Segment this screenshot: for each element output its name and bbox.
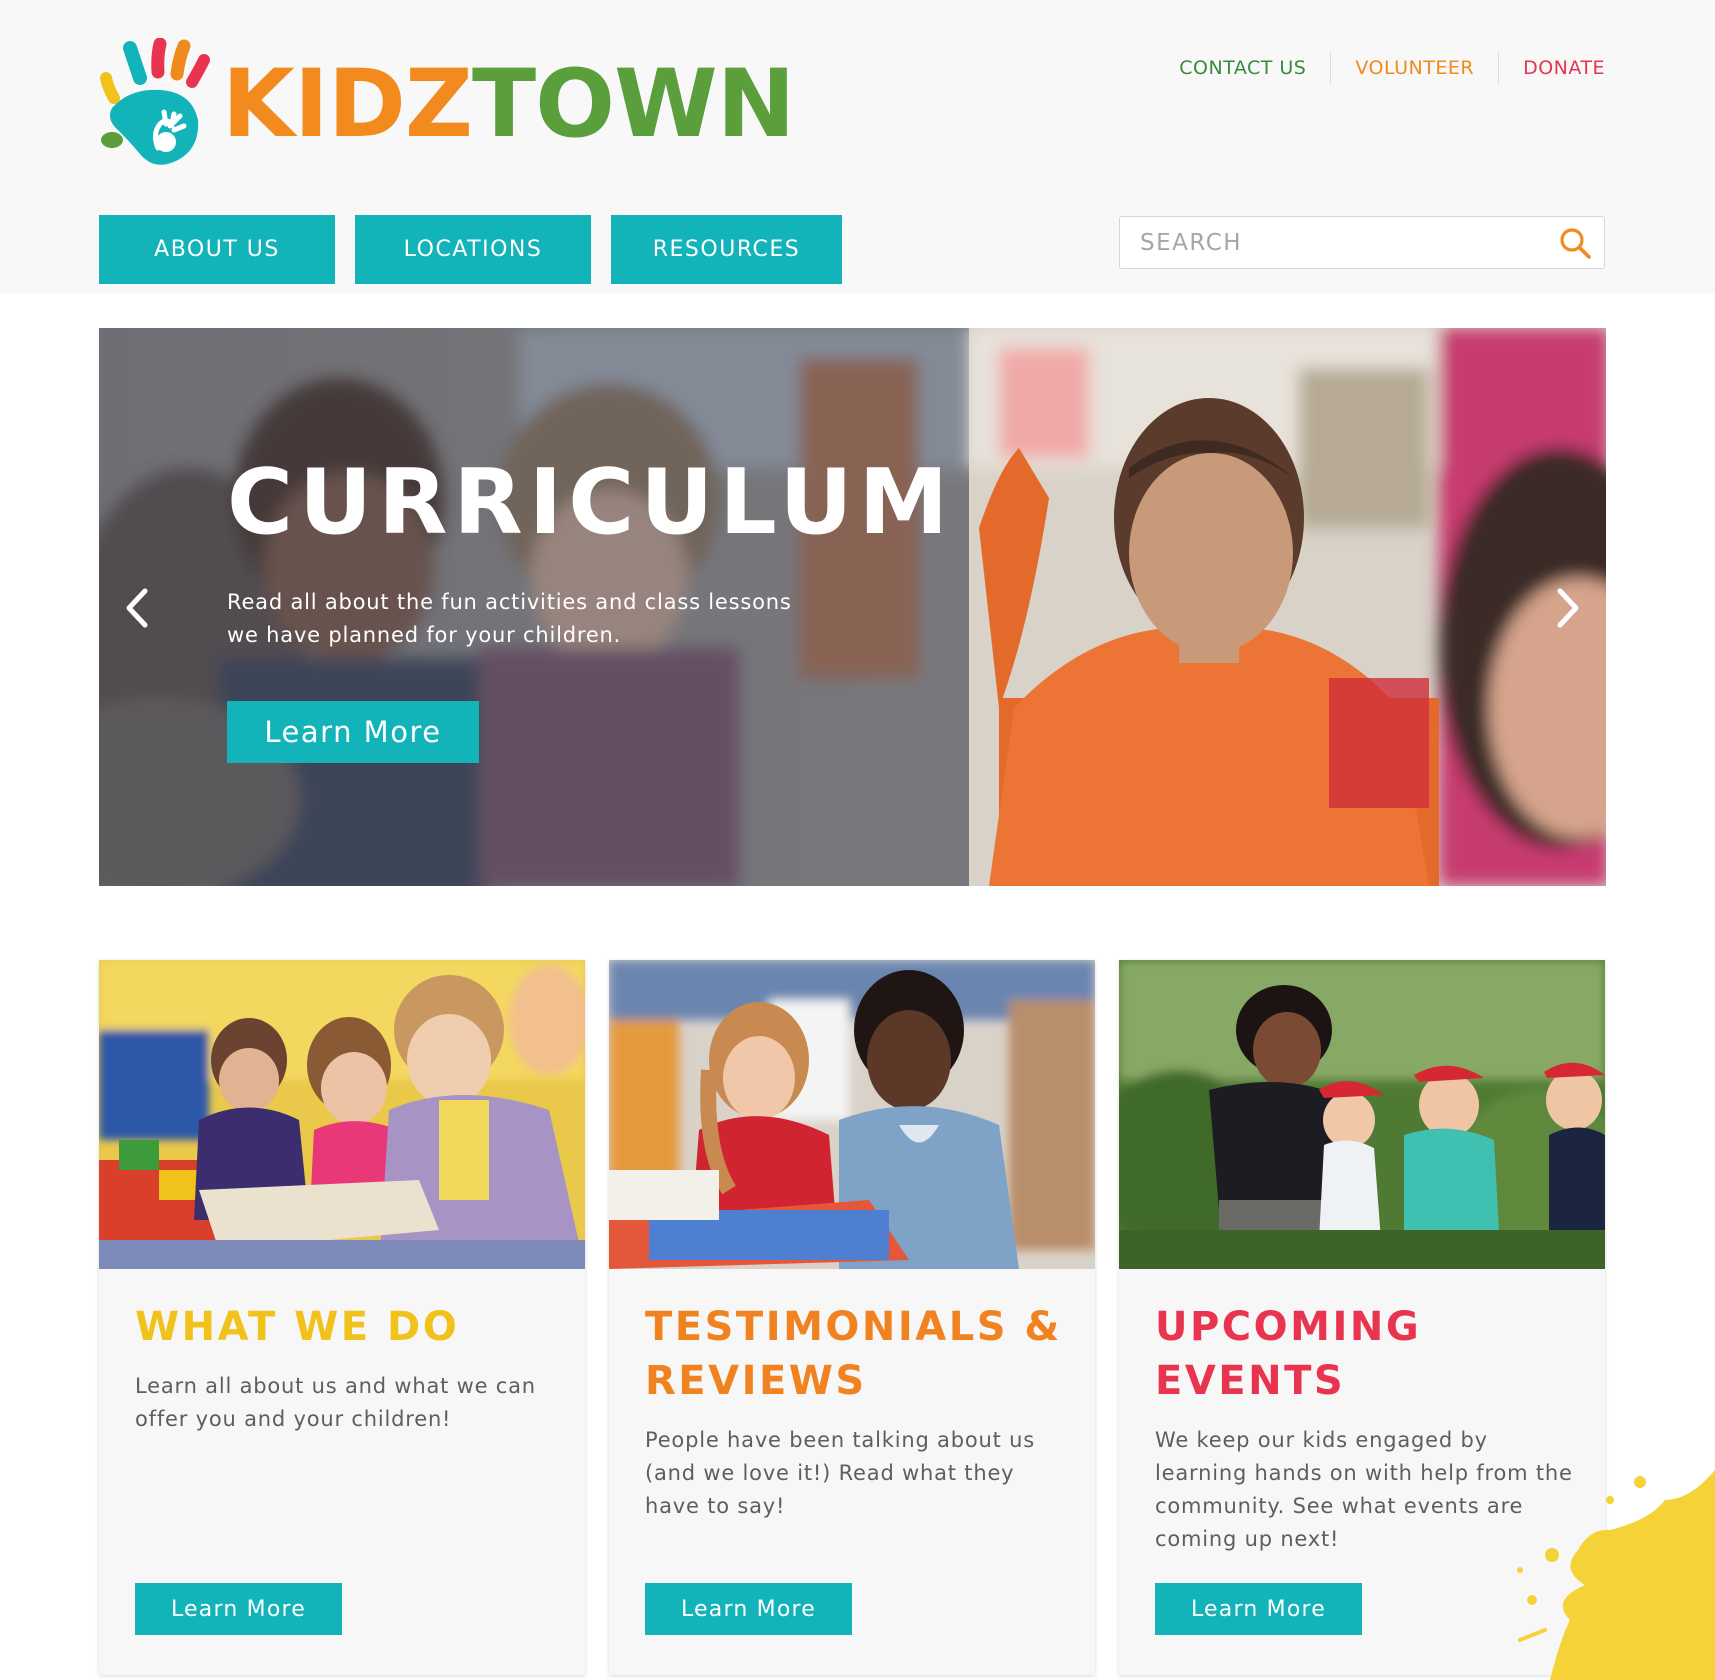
hero-learn-more-button[interactable]: Learn More [227,701,479,763]
chevron-right-icon[interactable] [1548,583,1588,633]
search-icon[interactable] [1558,226,1592,260]
card-learn-more-button[interactable]: Learn More [135,1583,342,1635]
card-title: WHAT WE DO [135,1304,460,1350]
hero-carousel: CURRICULUM Read all about the fun activi… [99,328,1606,886]
search-bar [1119,216,1605,269]
kidztown-logo[interactable]: KIDZTOWN [100,38,795,173]
main-nav: ABOUT US LOCATIONS RESOURCES [99,215,842,284]
logo-text-town: TOWN [472,50,795,159]
nav-locations[interactable]: LOCATIONS [355,215,591,284]
card-what-we-do: WHAT WE DO Learn all about us and what w… [99,960,585,1675]
chevron-left-icon[interactable] [117,583,157,633]
paint-splat-decoration [1517,1470,1715,1680]
card-title: TESTIMONIALS & REVIEWS [645,1304,1062,1404]
card-title: UPCOMING EVENTS [1155,1304,1422,1404]
hero-description: Read all about the fun activities and cl… [227,590,792,647]
card-image [609,960,1095,1269]
volunteer-link[interactable]: VOLUNTEER [1331,53,1498,83]
card-learn-more-button[interactable]: Learn More [645,1583,852,1635]
card-description: People have been talking about us (and w… [645,1428,1035,1518]
card-testimonials: TESTIMONIALS & REVIEWS People have been … [609,960,1095,1675]
search-input[interactable] [1120,229,1540,256]
header: KIDZTOWN CONTACT US VOLUNTEER DONATE ABO… [0,0,1715,294]
nav-resources[interactable]: RESOURCES [611,215,842,284]
card-description: Learn all about us and what we can offer… [135,1374,536,1431]
card-image [1119,960,1605,1269]
nav-about-us[interactable]: ABOUT US [99,215,335,284]
logo-text: KIDZTOWN [222,58,795,152]
hero-title: CURRICULUM [227,450,955,555]
card-learn-more-button[interactable]: Learn More [1155,1583,1362,1635]
contact-us-link[interactable]: CONTACT US [1155,53,1330,83]
card-image [99,960,585,1269]
hand-logo-icon [100,38,210,165]
utility-nav: CONTACT US VOLUNTEER DONATE [1155,52,1605,84]
donate-link[interactable]: DONATE [1499,53,1605,83]
logo-text-kidz: KIDZ [222,50,473,159]
page: KIDZTOWN CONTACT US VOLUNTEER DONATE ABO… [0,0,1715,1680]
